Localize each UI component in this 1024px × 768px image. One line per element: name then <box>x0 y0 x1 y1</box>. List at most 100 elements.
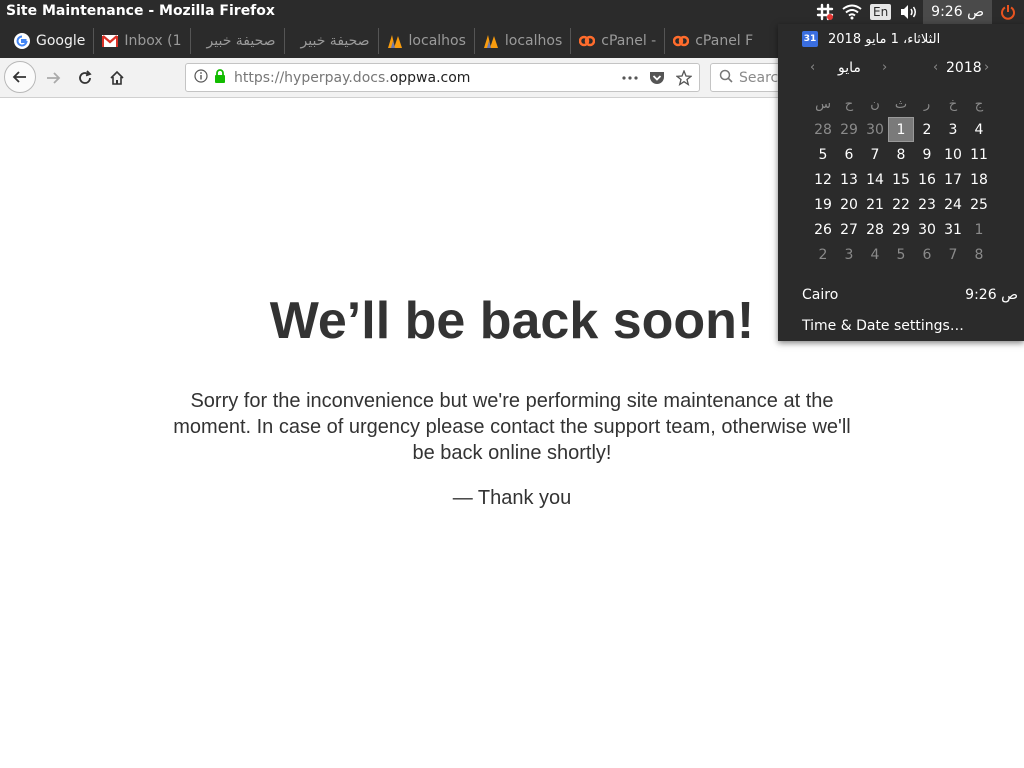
calendar-week-row: 12 13 14 15 16 17 18 <box>810 167 1018 192</box>
power-icon[interactable] <box>992 0 1024 24</box>
tray-clock[interactable]: 9:26 ص <box>923 0 992 24</box>
calendar-day[interactable]: 6 <box>836 142 862 167</box>
calendar-day[interactable]: 30 <box>914 217 940 242</box>
calendar-day[interactable]: 4 <box>862 242 888 267</box>
calendar-day[interactable]: 16 <box>914 167 940 192</box>
bookmark-item[interactable]: cPanel F <box>665 28 761 54</box>
cpanel-icon <box>672 33 690 49</box>
calendar-day[interactable]: 26 <box>810 217 836 242</box>
bookmark-label: cPanel - <box>601 33 657 49</box>
calendar-month: مايو <box>838 60 861 76</box>
calendar-day[interactable]: 29 <box>888 217 914 242</box>
calendar-day[interactable]: 3 <box>836 242 862 267</box>
bookmark-label: localhos <box>408 33 466 49</box>
calendar-day[interactable]: 25 <box>966 192 992 217</box>
calendar-day[interactable]: 28 <box>862 217 888 242</box>
calendar-day[interactable]: 5 <box>888 242 914 267</box>
calendar-day[interactable]: 20 <box>836 192 862 217</box>
calendar-full-date: الثلاثاء، 1 مايو 2018 <box>828 31 941 47</box>
calendar-day[interactable]: 21 <box>862 192 888 217</box>
calendar-day[interactable]: 17 <box>940 167 966 192</box>
window-title: Site Maintenance - Mozilla Firefox <box>6 3 275 19</box>
calendar-day[interactable]: 28 <box>810 117 836 142</box>
calendar-day[interactable]: 18 <box>966 167 992 192</box>
page-actions-icon[interactable] <box>620 68 640 88</box>
bookmark-item[interactable]: localhos <box>475 28 572 54</box>
calendar-day[interactable]: 15 <box>888 167 914 192</box>
cpanel-icon <box>579 33 596 49</box>
calendar-location-row[interactable]: Cairo 9:26 ص <box>802 287 1018 303</box>
calendar-day[interactable]: 4 <box>966 117 992 142</box>
calendar-day[interactable]: 2 <box>914 117 940 142</box>
calendar-day[interactable]: 8 <box>888 142 914 167</box>
calendar-week-row: 5 6 7 8 9 10 11 <box>810 142 1018 167</box>
calendar-day[interactable]: 22 <box>888 192 914 217</box>
calendar-weekday: س <box>815 97 831 112</box>
url-prefix: https://hyperpay.docs. <box>234 69 390 86</box>
calendar-day[interactable]: 29 <box>836 117 862 142</box>
calendar-day[interactable]: 19 <box>810 192 836 217</box>
calendar-day[interactable]: 9 <box>914 142 940 167</box>
bookmark-item[interactable]: صحيفة خبير <box>191 28 285 54</box>
calendar-weekday: ن <box>870 97 880 112</box>
calendar-app-icon: 31 <box>802 31 818 47</box>
calendar-day[interactable]: 1 <box>966 217 992 242</box>
home-button[interactable] <box>102 63 132 93</box>
time-date-settings-link[interactable]: Time & Date settings… <box>802 318 964 334</box>
pocket-icon[interactable] <box>647 68 667 88</box>
gmail-icon <box>102 33 119 49</box>
calendar-day[interactable]: 7 <box>862 142 888 167</box>
calendar-day[interactable]: 12 <box>810 167 836 192</box>
calendar-day[interactable]: 5 <box>810 142 836 167</box>
slack-icon[interactable] <box>812 0 838 24</box>
back-button[interactable] <box>4 61 36 93</box>
calendar-grid: س ح ن ث ر خ ج 28 29 30 1 2 3 4 5 6 7 8 9 10 11 12 13 14 15 16 17 18… <box>810 92 1018 267</box>
calendar-week-row: 19 20 21 22 23 24 25 <box>810 192 1018 217</box>
wifi-icon[interactable] <box>838 0 866 24</box>
bookmark-item[interactable]: Inbox (1 <box>94 28 191 54</box>
signoff-text: — Thank you <box>452 487 572 509</box>
bookmark-item[interactable]: cPanel - <box>571 28 666 54</box>
calendar-day[interactable]: 27 <box>836 217 862 242</box>
prev-year-icon[interactable]: ‹ <box>933 60 938 75</box>
bookmark-star-icon[interactable] <box>674 68 694 88</box>
calendar-year: 2018 <box>946 60 982 76</box>
calendar-day[interactable]: 11 <box>966 142 992 167</box>
calendar-day[interactable]: 2 <box>810 242 836 267</box>
next-month-icon[interactable]: › <box>882 60 887 75</box>
system-tray: En 9:26 ص <box>812 0 1024 24</box>
next-year-icon[interactable]: › <box>984 60 989 75</box>
calendar-date-row[interactable]: 31 الثلاثاء، 1 مايو 2018 <box>802 29 940 49</box>
volume-icon[interactable] <box>895 0 923 24</box>
search-icon <box>719 68 733 87</box>
calendar-day[interactable]: 6 <box>914 242 940 267</box>
lock-icon[interactable] <box>214 68 226 87</box>
info-icon[interactable] <box>194 68 208 87</box>
bookmark-item[interactable]: صحيفة خبير <box>285 28 379 54</box>
calendar-day[interactable]: 10 <box>940 142 966 167</box>
calendar-day[interactable]: 23 <box>914 192 940 217</box>
forward-button[interactable] <box>38 63 68 93</box>
calendar-day[interactable]: 7 <box>940 242 966 267</box>
address-bar[interactable]: https://hyperpay.docs.oppwa.com <box>185 63 700 92</box>
calendar-day[interactable]: 14 <box>862 167 888 192</box>
bookmark-item[interactable]: Google <box>6 28 95 54</box>
url-domain: oppwa.com <box>389 69 471 86</box>
google-icon <box>14 33 30 49</box>
calendar-weekday: ح <box>844 97 854 112</box>
calendar-weekday: خ <box>948 97 958 112</box>
calendar-day-today[interactable]: 1 <box>888 117 914 142</box>
phpmyadmin-icon <box>483 33 499 49</box>
calendar-day[interactable]: 31 <box>940 217 966 242</box>
prev-month-icon[interactable]: ‹ <box>810 60 815 75</box>
reload-button[interactable] <box>70 63 100 93</box>
calendar-week-row: 26 27 28 29 30 31 1 <box>810 217 1018 242</box>
calendar-day[interactable]: 8 <box>966 242 992 267</box>
url-text[interactable]: https://hyperpay.docs.oppwa.com <box>234 70 470 86</box>
calendar-day[interactable]: 30 <box>862 117 888 142</box>
calendar-day[interactable]: 13 <box>836 167 862 192</box>
keyboard-layout-indicator[interactable]: En <box>866 0 895 24</box>
calendar-day[interactable]: 24 <box>940 192 966 217</box>
calendar-day[interactable]: 3 <box>940 117 966 142</box>
bookmark-item[interactable]: localhos <box>379 28 475 54</box>
